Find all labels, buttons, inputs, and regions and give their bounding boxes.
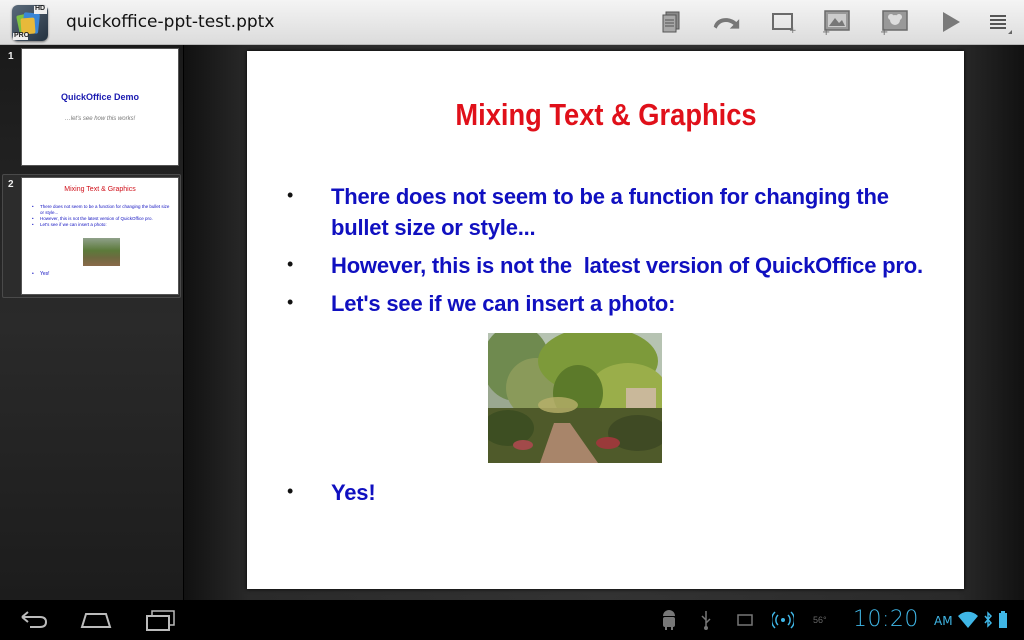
thumbnail-subtitle: …let's see how this works!: [64, 116, 136, 122]
thumbnail-bullet-text: Let's see if we can insert a photo:: [40, 222, 107, 227]
usb-icon: [701, 611, 711, 630]
home-button[interactable]: [78, 608, 118, 632]
battery-icon: [999, 611, 1007, 628]
thumbnail-bullet-text: There does not seem to be a function for…: [40, 204, 170, 215]
slide-bullet[interactable]: • There does not seem to be a function f…: [287, 181, 947, 243]
status-ampm: AM: [934, 614, 953, 628]
inserted-garden-photo[interactable]: [488, 333, 662, 463]
thumbnail-title: Mixing Text & Graphics: [64, 186, 136, 193]
temperature-readout: 56°: [813, 615, 827, 625]
slide-title[interactable]: Mixing Text & Graphics: [290, 97, 922, 133]
play-slideshow-icon: [943, 12, 960, 32]
back-button[interactable]: [16, 608, 56, 632]
slide-thumbnail-2[interactable]: Mixing Text & Graphics • There does not s…: [21, 177, 179, 295]
overflow-menu-icon: [990, 15, 1012, 34]
svg-text:+: +: [880, 27, 888, 36]
overflow-menu-button[interactable]: [983, 7, 1015, 37]
quickoffice-app-icon[interactable]: HD PRO: [12, 5, 48, 41]
app-icon-badge-hd: HD: [35, 5, 46, 12]
thumbnail-bullet: • Yes!: [32, 271, 50, 277]
slide-thumbnail-1[interactable]: QuickOffice Demo …let's see how this wor…: [21, 48, 179, 166]
svg-text:+: +: [789, 26, 797, 35]
thumbnail-bullet-text: Yes!: [40, 271, 50, 277]
play-slideshow-button[interactable]: [934, 7, 966, 37]
thumbnail-bullet: • Let's see if we can insert a photo:: [32, 222, 107, 227]
thumbnail-bullet-text: However, this is not the latest version …: [40, 216, 153, 221]
new-slide-icon: +: [772, 13, 797, 35]
insert-clipart-button[interactable]: +: [879, 7, 911, 37]
slide-bullet[interactable]: • However, this is not the latest versio…: [287, 250, 947, 281]
new-slide-button[interactable]: +: [768, 7, 800, 37]
wireless-hotspot-icon: [772, 611, 794, 629]
thumbnail-title: QuickOffice Demo: [60, 92, 140, 102]
undo-icon: [713, 18, 740, 29]
home-icon: [80, 613, 112, 628]
svg-text:+: +: [822, 27, 830, 36]
insert-image-button[interactable]: +: [821, 7, 853, 37]
slide-canvas[interactable]: Mixing Text & Graphics • There does not …: [247, 51, 964, 589]
slide-thumbnail-pane: 1 QuickOffice Demo …let's see how this w…: [0, 45, 183, 600]
slide-editor-area: Mixing Text & Graphics • There does not …: [184, 45, 1024, 600]
bullet-marker: •: [287, 481, 294, 501]
file-actions-icon: [662, 11, 680, 33]
slide-bullet[interactable]: • Yes!: [287, 477, 947, 508]
bluetooth-icon: [984, 611, 993, 628]
insert-image-icon: +: [822, 10, 850, 36]
app-icon-badge-pro: PRO: [14, 32, 30, 39]
bullet-marker: •: [287, 254, 294, 274]
thumbnail-bullets: • There does not seem to be a function fo…: [32, 204, 172, 228]
bullet-text: Let's see if we can insert a photo:: [331, 291, 676, 316]
android-debug-icon: [663, 610, 675, 630]
wifi-icon: [958, 611, 978, 628]
status-clock: 10:20: [853, 607, 919, 632]
undo-button[interactable]: [710, 7, 742, 37]
recent-apps-button[interactable]: [143, 608, 183, 632]
insert-clipart-icon: +: [880, 10, 908, 36]
thumbnail-bullet: • There does not seem to be a function fo…: [32, 204, 170, 215]
back-icon: [21, 611, 48, 628]
bullet-marker: •: [287, 292, 294, 312]
slide-bullet[interactable]: • Let's see if we can insert a photo:: [287, 288, 947, 319]
thumbnail-number: 1: [8, 51, 14, 62]
file-actions-button[interactable]: [654, 7, 686, 37]
bullet-text: However, this is not the latest version …: [331, 253, 923, 278]
thumbnail-number: 2: [8, 179, 14, 190]
recent-apps-icon: [146, 610, 175, 631]
bullet-marker: •: [287, 185, 294, 205]
screenshot-icon: [737, 614, 753, 626]
document-title: quickoffice-ppt-test.pptx: [66, 12, 275, 32]
thumbnail-photo: [83, 238, 120, 266]
bullet-text: Yes!: [331, 480, 376, 505]
action-bar: HD PRO quickoffice-ppt-test.pptx + + +: [0, 0, 1024, 45]
bullet-text: There does not seem to be a function for…: [331, 184, 889, 240]
